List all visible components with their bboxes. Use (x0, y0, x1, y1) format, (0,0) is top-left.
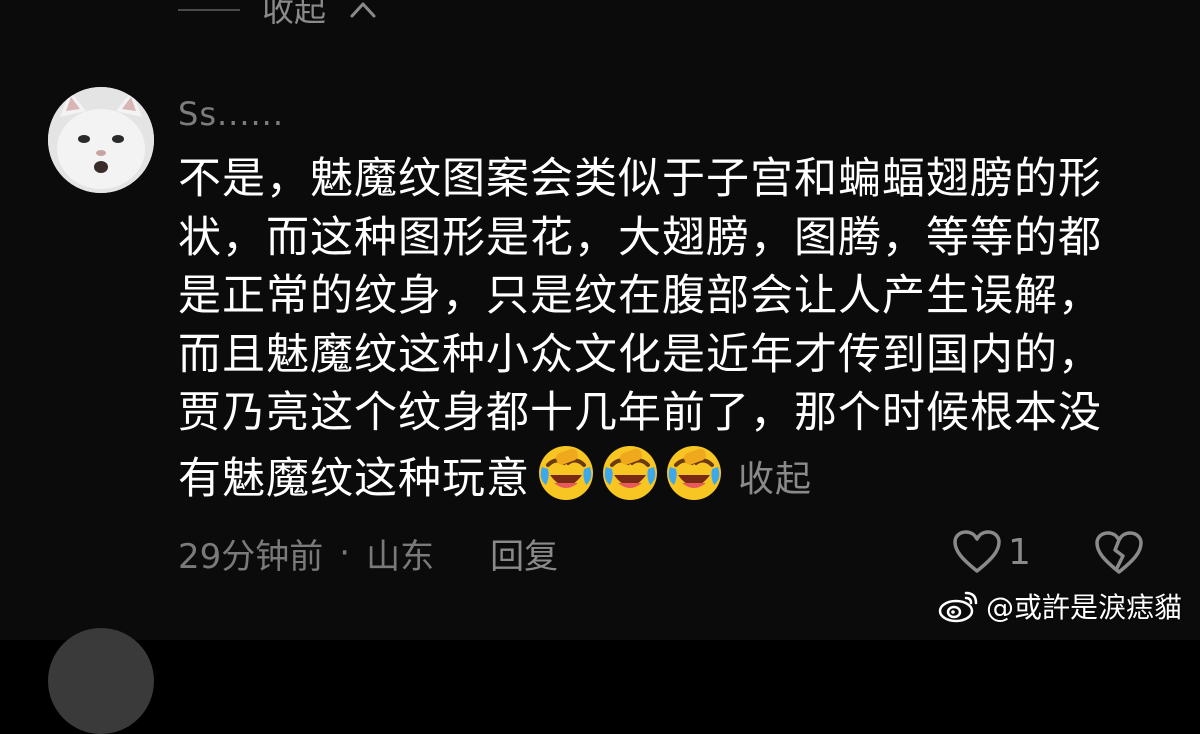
like-button[interactable]: 1 (952, 528, 1031, 576)
meta-separator: · (339, 533, 351, 573)
top-collapse-row[interactable]: 收起 (178, 0, 378, 32)
avatar[interactable] (48, 87, 154, 193)
like-count: 1 (1008, 531, 1031, 573)
next-comment-avatar[interactable] (48, 628, 154, 734)
emoji-row (536, 443, 724, 503)
collapse-divider (178, 9, 240, 11)
heart-icon[interactable] (952, 529, 1002, 575)
comment-line: 贾乃亮这个纹身都十几年前了，那个时候根本没 (178, 388, 1102, 438)
username[interactable]: Ss...... (178, 94, 284, 134)
broken-heart-icon[interactable] (1094, 530, 1144, 576)
comment-line: 是正常的纹身，只是纹在腹部会让人产生误解， (178, 271, 1102, 321)
weibo-icon (938, 591, 978, 623)
comment-meta: 29分钟前 · 山东 回复 (178, 529, 558, 578)
location: 山东 (366, 536, 435, 577)
timestamp: 29分钟前 (178, 536, 324, 577)
top-collapse-label[interactable]: 收起 (262, 0, 326, 32)
watermark-text: @或許是淚痣貓 (985, 591, 1182, 624)
comment-last-line: 有魅魔纹这种玩意 收起 (178, 443, 1138, 510)
crying-laughing-emoji-icon (667, 445, 721, 500)
comment-line: 状，而这种图形是花，大翅膀，图腾，等等的都 (178, 212, 1102, 263)
collapse-link[interactable]: 收起 (738, 459, 812, 500)
comment-line: 而且魅魔纹这种小众文化是近年才传到国内的， (178, 329, 1102, 380)
chevron-up-icon[interactable] (348, 0, 378, 25)
reply-button[interactable]: 回复 (490, 529, 558, 578)
cat-avatar-icon (48, 87, 154, 193)
crying-laughing-emoji-icon (539, 445, 593, 500)
watermark: @或許是淚痣貓 (938, 586, 1182, 626)
comment-text: 不是，魅魔纹图案会类似于子宫和蝙蝠翅膀的形 状，而这种图形是花，大翅膀，图腾，等… (178, 150, 1138, 509)
comment-line: 不是，魅魔纹图案会类似于子宫和蝙蝠翅膀的形 (178, 154, 1102, 204)
crying-laughing-emoji-icon (603, 445, 657, 500)
comment-line: 有魅魔纹这种玩意 (178, 453, 530, 504)
